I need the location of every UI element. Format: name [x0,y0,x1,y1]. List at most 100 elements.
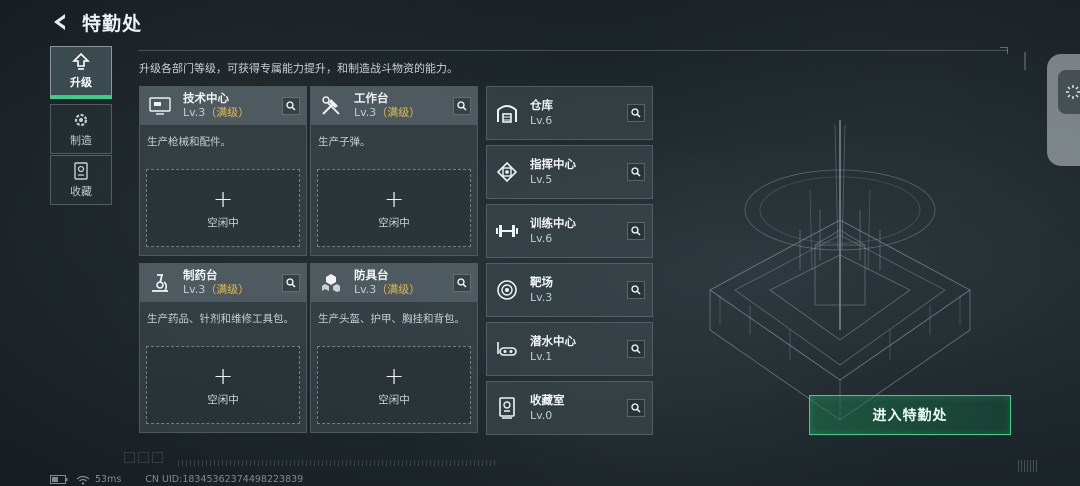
max-level-tag: （满级） [376,283,421,296]
search-button[interactable] [282,274,300,292]
search-button[interactable] [627,163,645,181]
armor-icon [314,264,348,302]
workshop-level: Lv.3（满级） [354,106,421,119]
facility-name: 收藏室 [530,392,565,407]
wifi-icon [76,475,90,485]
ping-value: 53ms [95,474,122,485]
workshop-card-workbench: 工作台 Lv.3（满级） 生产子弹。 + 空闲中 [310,86,478,256]
back-button[interactable] [48,10,72,34]
card-header: 技术中心 Lv.3（满级） [140,87,306,125]
workshop-level: Lv.3（满级） [354,283,421,296]
diving-icon [489,322,525,376]
search-icon [286,278,296,288]
tab-craft[interactable]: 制造 [50,104,112,154]
gear-icon [74,113,88,126]
divider-corner [1000,47,1008,54]
collection-icon [74,161,88,180]
slot-status: 空闲中 [378,393,410,406]
production-slot[interactable]: + 空闲中 [317,346,471,424]
workshop-name: 技术中心 [183,91,229,105]
card-header: 防具台 Lv.3（满级） [311,264,477,302]
search-icon [457,101,467,111]
divider [138,50,1008,51]
facility-level: Lv.6 [530,231,553,245]
workshop-card-armor: 防具台 Lv.3（满级） 生产头盔、护甲、胸挂和背包。 + 空闲中 [310,263,478,433]
base-building-illustration [709,120,971,420]
facility-level: Lv.6 [530,113,553,127]
chip-icon [489,145,525,199]
decor-ticks [178,460,498,466]
search-button[interactable] [453,97,471,115]
tab-label: 收藏 [70,184,92,198]
search-icon [286,101,296,111]
page-description: 升级各部门等级，可获得专属能力提升，和制造战斗物资的能力。 [139,62,458,75]
computer-icon [143,87,177,125]
facility-name: 潜水中心 [530,333,576,348]
slot-status: 空闲中 [207,393,239,406]
search-icon [631,285,641,295]
facility-shooting-range[interactable]: 靶场 Lv.3 [486,263,653,317]
workshop-name: 制药台 [183,268,218,282]
status-bar: 53ms CN UID:18345362374498223839 [50,474,303,485]
user-uid: CN UID:18345362374498223839 [145,474,304,485]
facility-diving-center[interactable]: 潜水中心 Lv.1 [486,322,653,376]
target-icon [489,263,525,317]
facility-training-center[interactable]: 训练中心 Lv.6 [486,204,653,258]
facility-level: Lv.3 [530,290,553,304]
add-icon: + [383,361,405,390]
facility-name: 指挥中心 [530,156,576,171]
workshop-name: 工作台 [354,91,389,105]
facility-name: 训练中心 [530,215,576,230]
enter-base-button[interactable]: 进入特勤处 [809,395,1011,435]
add-icon: + [212,184,234,213]
search-button[interactable] [627,281,645,299]
card-header: 工作台 Lv.3（满级） [311,87,477,125]
production-slot[interactable]: + 空闲中 [146,169,300,247]
search-button[interactable] [627,104,645,122]
search-button[interactable] [453,274,471,292]
slot-status: 空闲中 [207,216,239,229]
battery-icon [50,475,68,484]
search-icon [631,403,641,413]
search-icon [631,344,641,354]
search-button[interactable] [627,222,645,240]
search-icon [457,278,467,288]
loading-toggle-button[interactable] [1058,70,1080,114]
workshop-description: 生产子弹。 [318,136,371,148]
workshop-description: 生产枪械和配件。 [147,136,231,148]
workshop-description: 生产药品、针剂和维修工具包。 [147,313,294,325]
trophy-icon [489,381,525,435]
workshop-description: 生产头盔、护甲、胸挂和背包。 [318,313,465,325]
production-slot[interactable]: + 空闲中 [146,346,300,424]
decor-squares [124,452,163,463]
dumbbell-icon [489,204,525,258]
workshop-card-pharmacy: 制药台 Lv.3（满级） 生产药品、针剂和维修工具包。 + 空闲中 [139,263,307,433]
tools-icon [314,87,348,125]
facility-level: Lv.0 [530,408,553,422]
decor-mark [1024,52,1026,70]
tab-collection[interactable]: 收藏 [50,155,112,205]
facility-collection-room[interactable]: 收藏室 Lv.0 [486,381,653,435]
tab-label: 升级 [70,75,92,89]
production-slot[interactable]: + 空闲中 [317,169,471,247]
workshop-level: Lv.3（满级） [183,283,250,296]
microscope-icon [143,264,177,302]
search-icon [631,108,641,118]
facility-name: 仓库 [530,97,553,112]
facility-warehouse[interactable]: 仓库 Lv.6 [486,86,653,140]
facility-level: Lv.1 [530,349,553,363]
max-level-tag: （满级） [205,106,250,119]
add-icon: + [383,184,405,213]
search-icon [631,167,641,177]
facility-command-center[interactable]: 指挥中心 Lv.5 [486,145,653,199]
search-button[interactable] [627,340,645,358]
search-icon [631,226,641,236]
facility-name: 靶场 [530,274,553,289]
slot-status: 空闲中 [378,216,410,229]
tab-label: 制造 [70,133,92,147]
loading-icon [1066,85,1080,99]
search-button[interactable] [627,399,645,417]
tab-upgrade[interactable]: 升级 [50,46,112,99]
search-button[interactable] [282,97,300,115]
upgrade-icon [72,52,90,70]
